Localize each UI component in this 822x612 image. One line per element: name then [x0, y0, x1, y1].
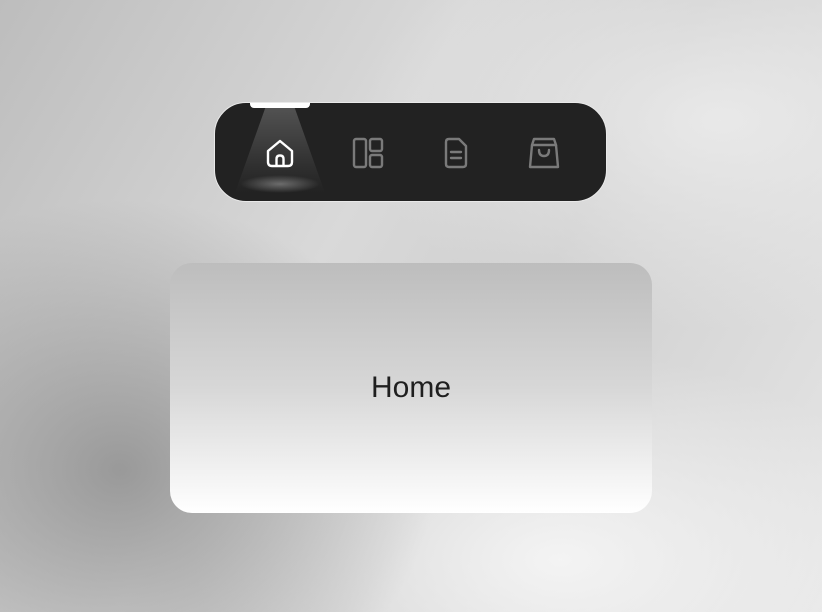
page-title: Home — [370, 371, 452, 404]
layout-icon — [352, 137, 384, 169]
active-glow — [240, 175, 320, 193]
nav-item-layout[interactable] — [323, 103, 413, 201]
nav-item-shopping-bag[interactable] — [499, 103, 589, 201]
document-icon — [444, 137, 468, 169]
bottom-navigation-bar — [214, 102, 607, 202]
shopping-bag-icon — [528, 137, 560, 169]
active-indicator — [250, 103, 310, 108]
nav-item-document[interactable] — [411, 103, 501, 201]
nav-item-home[interactable] — [235, 103, 325, 201]
home-icon — [266, 139, 294, 168]
content-card: Home — [170, 263, 652, 513]
